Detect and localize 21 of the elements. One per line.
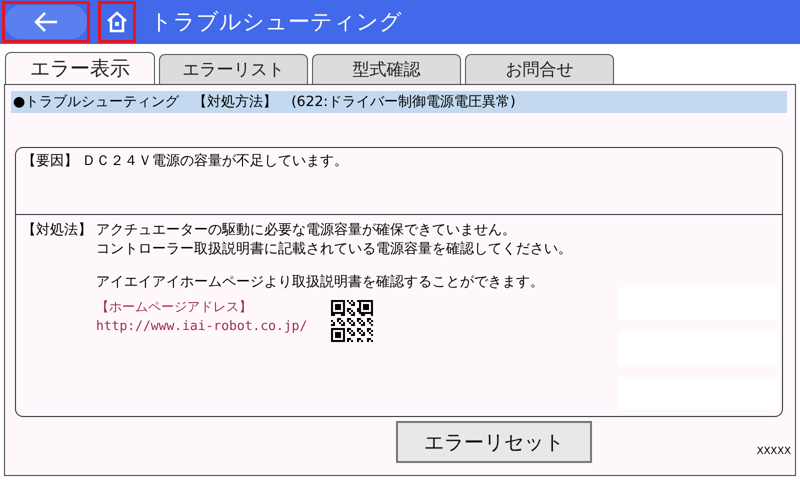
note-text: アイエイアイホームページより取扱説明書を確認することができます。: [96, 273, 545, 292]
back-arrow-icon: [5, 5, 87, 39]
back-button[interactable]: [2, 1, 90, 43]
section-heading: ●トラブルシューティング 【対処方法】 (622:ドライバー制御電源電圧異常): [11, 91, 787, 113]
tab[interactable]: 型式確認: [312, 54, 461, 84]
link-label: 【ホームページアドレス】: [96, 299, 253, 317]
screen-code: XXXXX: [756, 446, 791, 457]
error-reset-button[interactable]: エラーリセット: [396, 421, 592, 463]
cause-label: 【要因】: [22, 153, 78, 169]
remedy-text: アクチュエーターの駆動に必要な電源容量が確保できていません。: [96, 221, 517, 240]
home-icon: [105, 10, 129, 34]
remedy-label: 【対処法】: [22, 221, 92, 240]
url-link[interactable]: http://www.iai-robot.co.jp/: [96, 317, 308, 336]
tab[interactable]: エラーリスト: [159, 54, 308, 84]
tab[interactable]: エラー表示: [5, 52, 155, 84]
screen-title: トラブルシューティング: [150, 9, 402, 37]
cause-text: ＤＣ２４Ｖ電源の容量が不足しています。: [82, 153, 348, 169]
tab[interactable]: お問合せ: [465, 54, 614, 84]
remedy-text: コントローラー取扱説明書に記載されている電源容量を確認してください。: [96, 240, 572, 259]
qr-code-icon: [331, 300, 374, 342]
home-button[interactable]: [98, 1, 136, 43]
